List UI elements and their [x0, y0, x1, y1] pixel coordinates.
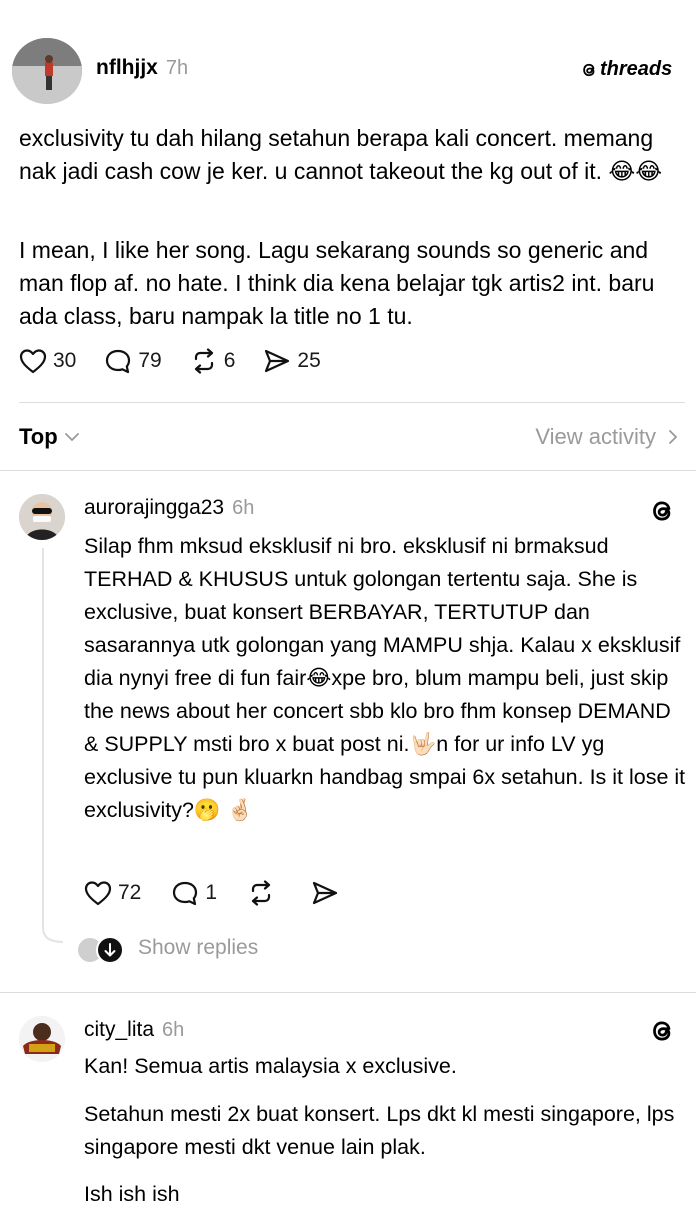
like-count: 30 — [53, 349, 77, 372]
comment-count: 1 — [205, 881, 218, 904]
thread-line-curve — [42, 918, 64, 943]
reply-header: city_lita 6h — [84, 1018, 184, 1042]
reply-avatar[interactable] — [19, 494, 65, 540]
thread-line — [42, 548, 44, 920]
share-button[interactable]: 25 — [263, 348, 321, 374]
reply-header: aurorajingga23 6h — [84, 496, 254, 520]
threads-logo-icon[interactable] — [648, 1016, 676, 1046]
reply-username[interactable]: aurorajingga23 — [84, 496, 224, 519]
threads-logo-icon[interactable] — [648, 496, 676, 526]
send-icon — [312, 881, 338, 905]
reply-avatars-stack — [76, 934, 124, 964]
like-button[interactable]: 30 — [19, 348, 76, 374]
send-icon — [265, 349, 290, 373]
post-divider — [19, 402, 685, 403]
avatar-photo-icon — [19, 494, 65, 540]
post-username[interactable]: nflhjjx — [96, 56, 158, 79]
comment-count: 79 — [138, 349, 162, 372]
reply-divider — [0, 992, 696, 993]
repost-icon — [194, 348, 213, 374]
comment-button[interactable]: 1 — [171, 880, 217, 906]
reply-text-paragraph-3: Ish ish ish — [84, 1182, 180, 1206]
arrow-down-icon — [96, 936, 124, 964]
reply-text: Silap fhm mksud eksklusif ni bro. eksklu… — [84, 534, 686, 822]
comment-button[interactable]: 79 — [104, 348, 162, 374]
threads-brand: threads — [580, 58, 672, 81]
section-divider — [0, 470, 696, 471]
show-replies-button[interactable]: Show replies — [76, 934, 259, 964]
threads-logo-icon — [583, 63, 595, 76]
comment-bubble-icon — [106, 349, 131, 374]
share-button[interactable] — [311, 880, 345, 906]
reply-username[interactable]: city_lita — [84, 1018, 154, 1041]
chevron-down-icon — [64, 433, 79, 442]
repost-button[interactable]: 6 — [190, 348, 236, 374]
show-replies-label: Show replies — [138, 936, 259, 959]
repost-button[interactable] — [247, 880, 281, 906]
reply-text-paragraph-2: Setahun mesti 2x buat konsert. Lps dkt k… — [84, 1102, 675, 1159]
avatar-photo-icon — [12, 38, 82, 104]
like-count: 72 — [118, 881, 142, 904]
reply-actions: 72 1 — [84, 880, 345, 906]
heart-icon — [19, 349, 47, 374]
like-button[interactable]: 72 — [84, 880, 141, 906]
threads-wordmark: threads — [600, 58, 673, 80]
comment-bubble-icon — [173, 881, 198, 906]
post-author-avatar[interactable] — [12, 38, 82, 104]
post-text-paragraph-2: I mean, I like her song. Lagu sekarang s… — [19, 237, 655, 329]
post-text-paragraph-1: exclusivity tu dah hilang setahun berapa… — [19, 125, 663, 184]
reply-avatar[interactable] — [19, 1016, 65, 1062]
reply-time: 6h — [232, 497, 255, 519]
reply-time: 6h — [162, 1019, 185, 1041]
post-actions: 30 79 6 25 — [19, 348, 321, 374]
repost-icon — [251, 880, 271, 906]
view-activity-link[interactable]: View activity — [535, 424, 678, 450]
post-time: 7h — [165, 57, 189, 79]
chevron-right-icon — [669, 430, 678, 444]
sort-label: Top — [19, 424, 58, 449]
repost-count: 6 — [223, 349, 236, 372]
avatar-photo-icon — [19, 1016, 65, 1062]
heart-icon — [84, 881, 112, 906]
reply-text-paragraph-1: Kan! Semua artis malaysia x exclusive. — [84, 1054, 457, 1078]
view-activity-label: View activity — [535, 424, 656, 449]
sort-dropdown[interactable]: Top — [19, 424, 80, 450]
share-count: 25 — [297, 349, 321, 372]
post-header: nflhjjx 7h — [96, 56, 188, 80]
